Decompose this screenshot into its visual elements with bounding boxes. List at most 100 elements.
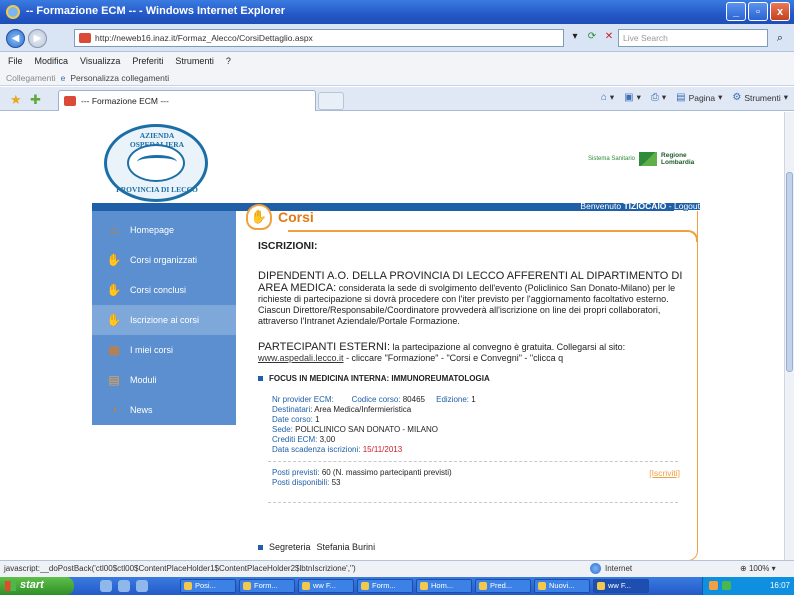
- sidebar-item-label: Moduli: [130, 375, 157, 385]
- task-button[interactable]: ww F...: [298, 579, 354, 593]
- crediti-row: Crediti ECM: 3,00: [272, 435, 690, 445]
- add-favorite-icon[interactable]: ✚: [30, 92, 41, 108]
- task-button[interactable]: Pred...: [475, 579, 531, 593]
- sidebar-item-iscrizione[interactable]: ✋ Iscrizione ai corsi: [92, 305, 236, 335]
- provider-row: Nr provider ECM: Codice corso: 80465 Edi…: [272, 395, 690, 405]
- sidebar-item-miei-corsi[interactable]: ▦ I miei corsi: [92, 335, 236, 365]
- hospital-logo: AZIENDA OSPEDALIERA PROVINCIA DI LECCO: [104, 124, 208, 202]
- sidebar-item-news[interactable]: ◔ News: [92, 395, 236, 425]
- pagina-label: Pagina: [688, 92, 716, 103]
- menu-visualizza[interactable]: Visualizza: [80, 56, 120, 66]
- search-input[interactable]: Live Search: [618, 29, 768, 47]
- scadenza-row: Data scadenza iscrizioni: 15/11/2013: [272, 445, 690, 455]
- scadenza-value: 15/11/2013: [362, 445, 403, 454]
- section-header: ✋ Corsi: [246, 204, 314, 230]
- menu-help[interactable]: ?: [226, 56, 231, 66]
- zone-label: Internet: [605, 564, 633, 573]
- sidebar-item-moduli[interactable]: ▤ Moduli: [92, 365, 236, 395]
- crediti-value: 3,00: [319, 435, 336, 444]
- sidebar-item-homepage[interactable]: ⌂ Homepage: [92, 215, 236, 245]
- forward-button[interactable]: ▶: [28, 29, 47, 48]
- iscriviti-link[interactable]: [Iscriviti]: [649, 468, 680, 478]
- strumenti-command[interactable]: ⚙ Strumenti ▾: [732, 92, 788, 103]
- quick-launch-icon[interactable]: [136, 580, 148, 592]
- posti-previsti-label: Posti previsti:: [272, 468, 320, 477]
- tab-title: --- Formazione ECM ---: [81, 96, 169, 106]
- esterni-title: PARTECIPANTI ESTERNI:: [258, 341, 391, 353]
- date-label: Date corso:: [272, 415, 313, 424]
- feeds-command[interactable]: ▣ ▾: [624, 92, 641, 103]
- start-label: start: [20, 579, 44, 591]
- task-button[interactable]: Hom...: [416, 579, 472, 593]
- sidebar-item-label: Homepage: [130, 225, 175, 235]
- links-item[interactable]: Personalizza collegamenti: [70, 73, 169, 83]
- task-button[interactable]: ww F...: [593, 579, 649, 593]
- posti-disponibili-row: Posti disponibili: 53: [272, 478, 690, 488]
- crediti-label: Crediti ECM:: [272, 435, 318, 444]
- search-icon[interactable]: ⌕: [772, 29, 788, 47]
- zoom-level[interactable]: ⊕ 100% ▾: [740, 564, 776, 573]
- sidebar: ⌂ Homepage ✋ Corsi organizzati ✋ Corsi c…: [92, 211, 236, 425]
- posti-previsti-row: Posti previsti: 60 (N. massimo partecipa…: [272, 468, 472, 478]
- minimize-button[interactable]: _: [726, 2, 746, 21]
- logout-link[interactable]: Logout: [674, 201, 700, 211]
- segreteria-label: Segreteria: [269, 542, 311, 552]
- links-bar: Collegamenti e Personalizza collegamenti: [0, 70, 794, 86]
- posti-disponibili-value: 53: [331, 478, 341, 487]
- quick-launch-icon[interactable]: [118, 580, 130, 592]
- hand-icon: ✋: [106, 283, 122, 297]
- section-title: Corsi: [278, 209, 314, 225]
- menu-strumenti[interactable]: Strumenti: [175, 56, 214, 66]
- task-button[interactable]: Form...: [239, 579, 295, 593]
- start-button[interactable]: start: [0, 577, 74, 595]
- favorites-star-icon[interactable]: ★: [10, 92, 22, 108]
- tab-formazione[interactable]: --- Formazione ECM ---: [58, 90, 316, 111]
- close-button[interactable]: x: [770, 2, 790, 21]
- menu-preferiti[interactable]: Preferiti: [132, 56, 163, 66]
- new-tab-button[interactable]: [318, 92, 344, 110]
- menu-modifica[interactable]: Modifica: [35, 56, 69, 66]
- sidebar-item-label: Corsi organizzati: [130, 255, 198, 265]
- zoom-icon: ⊕: [740, 564, 747, 573]
- tray-icon[interactable]: [722, 581, 731, 590]
- home-icon: ⌂: [110, 223, 118, 237]
- address-bar[interactable]: http://neweb16.inaz.it/Formaz_Alecco/Cor…: [74, 29, 564, 47]
- course-title-text: FOCUS IN MEDICINA INTERNA: IMMUNOREUMATO…: [269, 374, 490, 383]
- hand-icon: ✋: [106, 253, 122, 267]
- back-button[interactable]: ◀: [6, 29, 25, 48]
- gear-icon: ⚙: [732, 92, 742, 103]
- menu-file[interactable]: File: [8, 56, 23, 66]
- window-titlebar: -- Formazione ECM -- - Windows Internet …: [0, 0, 794, 24]
- divider: [268, 502, 678, 503]
- menu-bar: File Modifica Visualizza Preferiti Strum…: [0, 52, 794, 70]
- dropdown-icon[interactable]: ▾: [568, 29, 582, 45]
- page-icon: ▤: [676, 92, 686, 103]
- provider-label: Nr provider ECM:: [272, 395, 334, 404]
- logo-wave-icon: [137, 155, 177, 169]
- quick-launch-icon[interactable]: [100, 580, 112, 592]
- scrollbar-thumb[interactable]: [786, 172, 793, 372]
- task-button[interactable]: Nuovi...: [534, 579, 590, 593]
- region-system-label: Sistema Sanitario: [588, 156, 636, 162]
- task-button[interactable]: Form...: [357, 579, 413, 593]
- clock: 16:07: [769, 581, 790, 590]
- sidebar-item-corsi-conclusi[interactable]: ✋ Corsi conclusi: [92, 275, 236, 305]
- print-icon: ⎙: [650, 92, 659, 103]
- ie-link-icon: e: [60, 72, 66, 83]
- codice-label: Codice corso:: [351, 395, 401, 404]
- refresh-icon[interactable]: ⟳: [585, 29, 599, 45]
- home-command[interactable]: ⌂ ▾: [601, 92, 614, 103]
- maximize-button[interactable]: ▫: [748, 2, 768, 21]
- welcome-text: Benvenuto TIZIOCAIO - Logout: [580, 201, 700, 211]
- tray-icon[interactable]: [709, 581, 718, 590]
- print-command[interactable]: ⎙ ▾: [651, 92, 666, 103]
- aspedali-link[interactable]: www.aspedali.lecco.it: [258, 353, 344, 363]
- sede-label: Sede:: [272, 425, 293, 434]
- stop-icon[interactable]: ✕: [602, 29, 616, 45]
- sidebar-item-corsi-organizzati[interactable]: ✋ Corsi organizzati: [92, 245, 236, 275]
- vertical-scrollbar[interactable]: [784, 112, 794, 560]
- status-bar: javascript:__doPostBack('ctl00$ctl00$Con…: [0, 560, 794, 577]
- task-button[interactable]: Posi...: [180, 579, 236, 593]
- quick-launch: [100, 580, 148, 592]
- pagina-command[interactable]: ▤ Pagina ▾: [676, 92, 722, 103]
